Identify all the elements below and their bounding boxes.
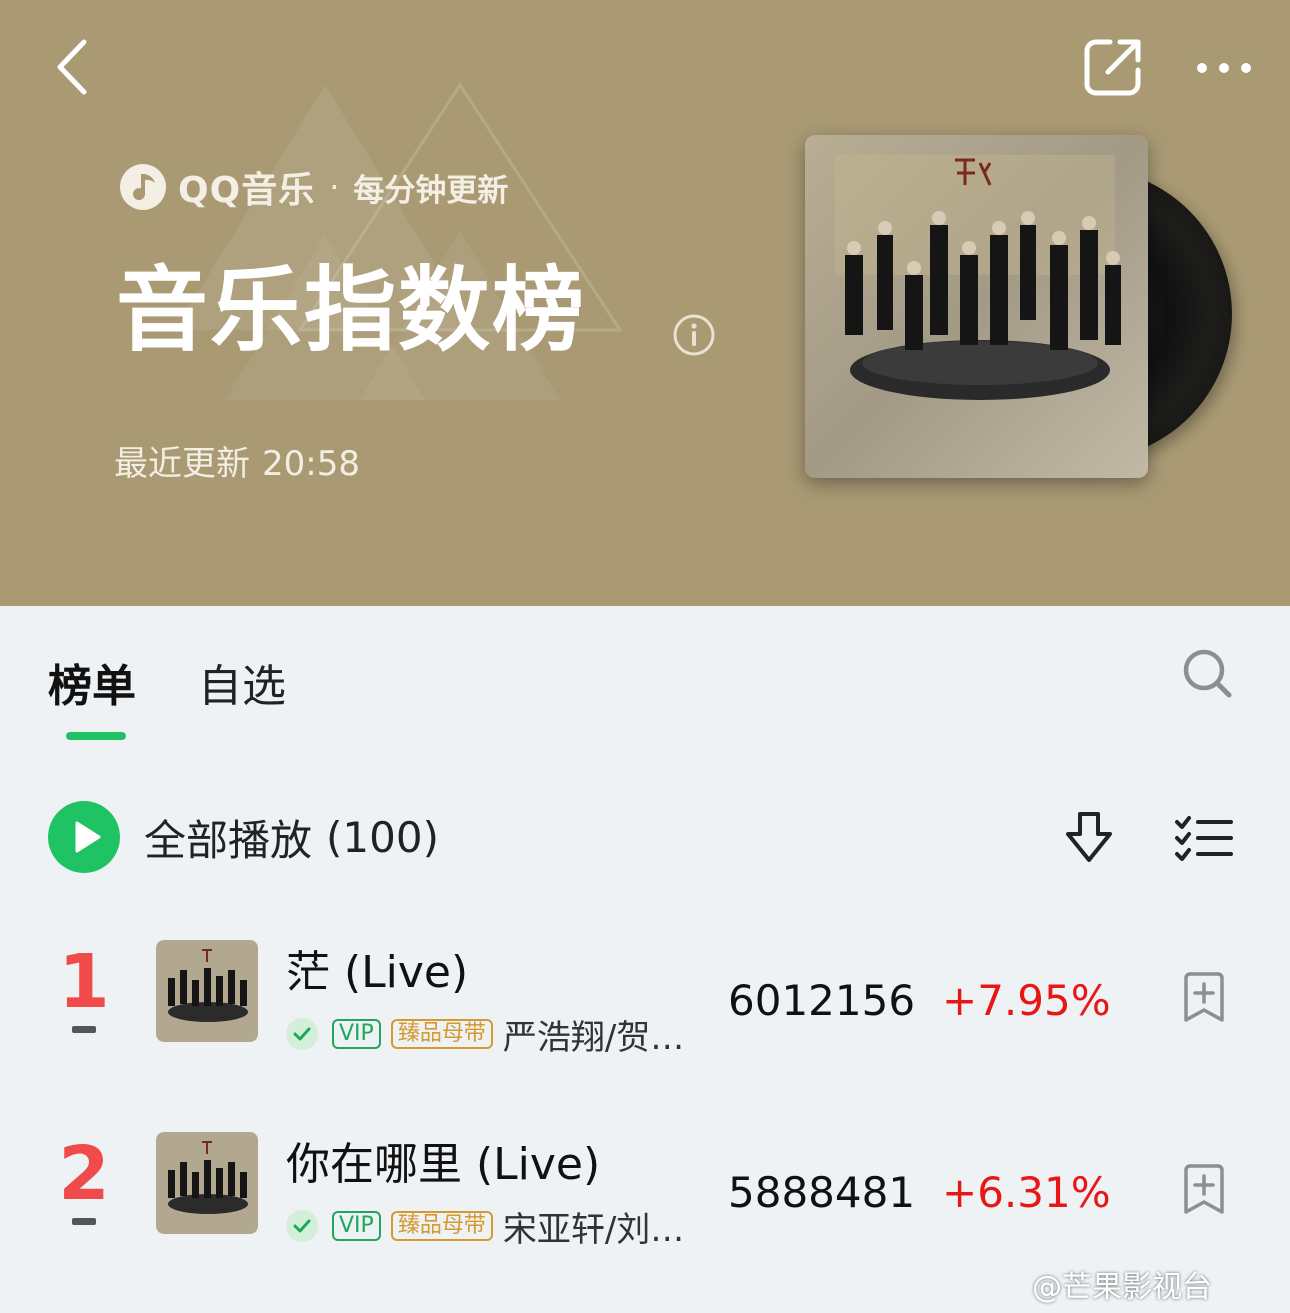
play-all-label: 全部播放	[144, 815, 313, 865]
song-index-score: 6012156	[728, 976, 916, 1025]
rank-trend-flat-icon	[72, 1026, 96, 1033]
chart-cover-art[interactable]	[805, 135, 1148, 478]
song-artist: 宋亚轩/刘耀文/严浩翔/贺峻霖/丁程鑫/马嘉祺/张真源	[502, 1209, 706, 1247]
play-icon[interactable]	[48, 801, 120, 873]
song-title: 茫 (Live)	[286, 947, 469, 998]
song-title: 你在哪里 (Live)	[286, 1139, 601, 1190]
page-title: 音乐指数榜	[116, 257, 587, 364]
brand-line: QQ音乐 · 每分钟更新	[118, 160, 508, 214]
play-all-count: (100)	[326, 812, 439, 862]
chevron-left-icon[interactable]	[48, 34, 108, 100]
add-to-playlist-icon[interactable]	[1180, 1164, 1228, 1216]
song-meta: VIP 臻品母带 宋亚轩/刘耀文/严浩翔/贺峻霖/丁程鑫/马嘉祺/张真源	[286, 1206, 706, 1246]
tab-custom[interactable]: 自选	[198, 650, 286, 714]
song-row[interactable]: 1 茫 (Live) VIP 臻品母带 严浩翔/贺峻霖/刘耀文/宋亚轩/丁程鑫/…	[0, 940, 1290, 1060]
song-artist: 严浩翔/贺峻霖/刘耀文/宋亚轩/丁程鑫/马嘉祺/张真源	[502, 1017, 706, 1055]
watermark: @芒果影视台	[1032, 1270, 1212, 1305]
qq-music-logo-icon	[120, 164, 166, 210]
master-quality-badge: 臻品母带	[390, 1211, 493, 1241]
chart-header: QQ音乐 · 每分钟更新 音乐指数榜 最近更新 20:58	[0, 0, 1290, 606]
search-icon[interactable]	[1180, 646, 1234, 700]
last-updated-label: 最近更新	[114, 444, 250, 484]
chart-tabs: 榜单 自选	[0, 606, 1290, 746]
rank-trend-flat-icon	[72, 1218, 96, 1225]
vip-badge: VIP	[332, 1211, 381, 1241]
download-icon[interactable]	[1062, 810, 1116, 866]
song-index-change: +6.31%	[942, 1168, 1111, 1217]
last-updated: 最近更新 20:58	[114, 436, 360, 485]
last-updated-time: 20:58	[262, 444, 360, 484]
brand-name: QQ音乐	[178, 170, 316, 211]
multiselect-list-icon[interactable]	[1174, 814, 1234, 862]
downloaded-check-icon	[286, 1210, 318, 1242]
song-rank: 1	[58, 939, 110, 1025]
tab-rankings[interactable]: 榜单	[48, 650, 136, 714]
song-index-change: +7.95%	[942, 976, 1111, 1025]
play-all-button[interactable]: 全部播放 (100)	[48, 800, 439, 874]
info-icon[interactable]	[672, 313, 716, 357]
song-rank: 2	[58, 1131, 110, 1217]
vip-badge: VIP	[332, 1019, 381, 1049]
active-tab-indicator	[66, 732, 126, 740]
share-icon[interactable]	[1082, 36, 1144, 98]
song-cover-thumbnail	[156, 940, 258, 1042]
brand-separator: ·	[329, 168, 340, 206]
downloaded-check-icon	[286, 1018, 318, 1050]
song-index-score: 5888481	[728, 1168, 916, 1217]
song-row[interactable]: 2 你在哪里 (Live) VIP 臻品母带 宋亚轩/刘耀文/严浩翔/贺峻霖/丁…	[0, 1132, 1290, 1252]
song-cover-thumbnail	[156, 1132, 258, 1234]
song-meta: VIP 臻品母带 严浩翔/贺峻霖/刘耀文/宋亚轩/丁程鑫/马嘉祺/张真源	[286, 1014, 706, 1054]
add-to-playlist-icon[interactable]	[1180, 972, 1228, 1024]
master-quality-badge: 臻品母带	[390, 1019, 493, 1049]
more-icon[interactable]	[1190, 52, 1260, 84]
update-frequency-text: 每分钟更新	[353, 172, 509, 209]
